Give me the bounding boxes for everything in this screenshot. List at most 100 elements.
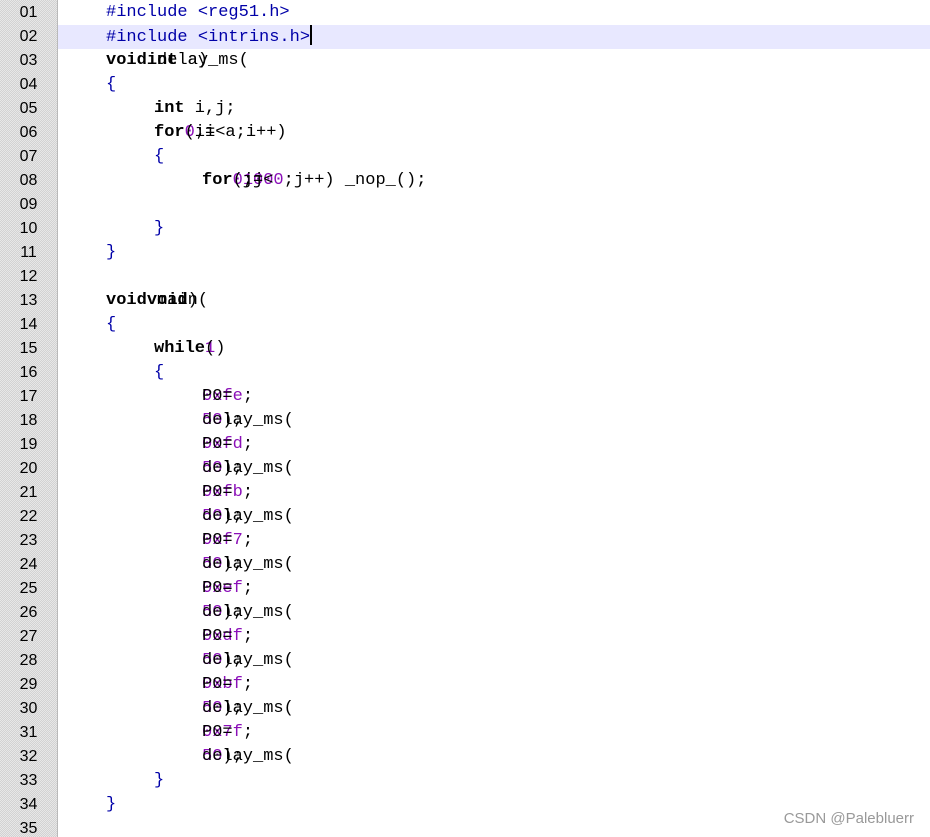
token-txt: ) — [215, 339, 226, 358]
code-line[interactable]: 26 delay_ms(50); — [0, 601, 930, 625]
code-line[interactable]: 18 delay_ms(50); — [0, 409, 930, 433]
line-number: 32 — [19, 748, 38, 765]
code-text: void main(void) — [106, 289, 208, 313]
code-line[interactable]: 02 #include <intrins.h> — [0, 25, 930, 49]
line-code[interactable]: } — [58, 217, 930, 241]
line-code[interactable]: P0= 0xfd; — [58, 433, 930, 457]
token-txt: delay_ms( — [202, 603, 294, 622]
line-number: 14 — [19, 316, 38, 333]
token-txt: delay_ms( — [202, 699, 294, 718]
token-txt: ; — [242, 627, 254, 646]
code-text: } — [106, 793, 116, 817]
code-editor[interactable]: 01 #include <reg51.h> 02 #include <intrins.… — [0, 0, 930, 837]
code-line[interactable]: 07 { — [0, 145, 930, 169]
line-code[interactable]: P0= 0xdf; — [58, 625, 930, 649]
line-code[interactable]: for (i= 0 ;i<a;i++) — [58, 121, 930, 145]
token-txt: ; — [242, 579, 254, 598]
code-line[interactable]: 05 int i,j; — [0, 97, 930, 121]
line-code[interactable]: delay_ms(50); — [58, 745, 930, 769]
line-number: 07 — [19, 148, 38, 165]
code-line[interactable]: 15 while(1) — [0, 337, 930, 361]
code-line[interactable]: 04 { — [0, 73, 930, 97]
code-line[interactable]: 28 delay_ms(50); — [0, 649, 930, 673]
line-number: 23 — [19, 532, 38, 549]
line-code[interactable]: for (j= 0 ;j< 1000 ;j++) _nop_(); — [58, 169, 930, 193]
token-txt: delay_ms( — [202, 555, 294, 574]
code-line[interactable]: 01 #include <reg51.h> — [0, 1, 930, 25]
line-code[interactable]: P0= 0xef; — [58, 577, 930, 601]
code-line[interactable]: 21 P0= 0xfb; — [0, 481, 930, 505]
line-code[interactable]: delay_ms(50); — [58, 697, 930, 721]
token-txt: ; — [242, 483, 254, 502]
code-line[interactable]: 22 delay_ms(50); — [0, 505, 930, 529]
code-text: delay_ms(50); — [202, 553, 294, 577]
line-number: 28 — [19, 652, 38, 669]
line-code[interactable]: #include <intrins.h> — [58, 25, 930, 49]
line-code[interactable]: { — [58, 145, 930, 169]
line-code[interactable]: int i,j; — [58, 97, 930, 121]
line-code[interactable]: delay_ms(50); — [58, 505, 930, 529]
code-text: P0= 0xbf; — [202, 673, 253, 697]
code-line[interactable]: 03 void delay_ms(int a) — [0, 49, 930, 73]
line-code[interactable]: delay_ms(50); — [58, 553, 930, 577]
line-number: 16 — [19, 364, 38, 381]
code-line[interactable]: 14 { — [0, 313, 930, 337]
token-txt: P0= — [202, 579, 233, 598]
token-txt: ; — [242, 531, 254, 550]
code-line[interactable]: 32 delay_ms(50); — [0, 745, 930, 769]
line-number: 15 — [19, 340, 38, 357]
code-text: { — [106, 73, 116, 97]
line-code[interactable]: delay_ms(50); — [58, 457, 930, 481]
code-line[interactable]: 09 — [0, 193, 930, 217]
line-code[interactable]: P0= 0xf7; — [58, 529, 930, 553]
line-number: 20 — [19, 460, 38, 477]
line-number: 11 — [20, 244, 37, 261]
line-code[interactable]: #include <reg51.h> — [58, 1, 930, 25]
code-line[interactable]: 08 for (j= 0 ;j< 1000 ;j++) _nop_(); — [0, 169, 930, 193]
code-text: P0= 0xfe; — [202, 385, 253, 409]
line-code[interactable]: void delay_ms(int a) — [58, 49, 930, 73]
code-line[interactable]: 27 P0= 0xdf; — [0, 625, 930, 649]
code-text: { — [106, 313, 116, 337]
code-line[interactable]: 25 P0= 0xef; — [0, 577, 930, 601]
line-code[interactable]: { — [58, 313, 930, 337]
line-code[interactable]: delay_ms(50); — [58, 409, 930, 433]
line-code[interactable]: delay_ms(50); — [58, 601, 930, 625]
line-code[interactable]: } — [58, 769, 930, 793]
token-pp: #include <intrins.h> — [106, 28, 311, 47]
code-line[interactable]: 13 void main(void) — [0, 289, 930, 313]
line-code[interactable] — [58, 193, 930, 217]
code-line[interactable]: 10} — [0, 217, 930, 241]
line-code[interactable]: delay_ms(50); — [58, 649, 930, 673]
line-code[interactable]: P0= 0x7f; — [58, 721, 930, 745]
code-line[interactable]: 16 { — [0, 361, 930, 385]
token-txt: ); — [222, 411, 243, 430]
code-line[interactable]: 23 P0= 0xf7; — [0, 529, 930, 553]
line-number: 19 — [19, 436, 38, 453]
line-code[interactable]: } — [58, 241, 930, 265]
token-txt: P0= — [202, 531, 233, 550]
line-code[interactable]: void main(void) — [58, 289, 930, 313]
line-code[interactable] — [58, 265, 930, 289]
code-line[interactable]: 24 delay_ms(50); — [0, 553, 930, 577]
token-txt: a) — [177, 51, 209, 70]
code-text: P0= 0xdf; — [202, 625, 253, 649]
line-code[interactable]: P0= 0xfb; — [58, 481, 930, 505]
code-line[interactable]: 19 P0= 0xfd; — [0, 433, 930, 457]
token-txt: delay_ms( — [202, 507, 294, 526]
line-code[interactable]: while(1) — [58, 337, 930, 361]
line-code[interactable]: { — [58, 361, 930, 385]
code-line[interactable]: 29 P0= 0xbf; — [0, 673, 930, 697]
code-line[interactable]: 30 delay_ms(50); — [0, 697, 930, 721]
code-line[interactable]: 12 — [0, 265, 930, 289]
code-line[interactable]: 11} — [0, 241, 930, 265]
code-line[interactable]: 33} — [0, 769, 930, 793]
code-line[interactable]: 20 delay_ms(50); — [0, 457, 930, 481]
line-code[interactable]: P0= 0xfe; — [58, 385, 930, 409]
line-number: 24 — [19, 556, 38, 573]
line-code[interactable]: P0= 0xbf; — [58, 673, 930, 697]
code-line[interactable]: 06 for (i= 0 ;i<a;i++) — [0, 121, 930, 145]
line-code[interactable]: { — [58, 73, 930, 97]
code-line[interactable]: 31 P0= 0x7f; — [0, 721, 930, 745]
code-line[interactable]: 17 P0= 0xfe; — [0, 385, 930, 409]
